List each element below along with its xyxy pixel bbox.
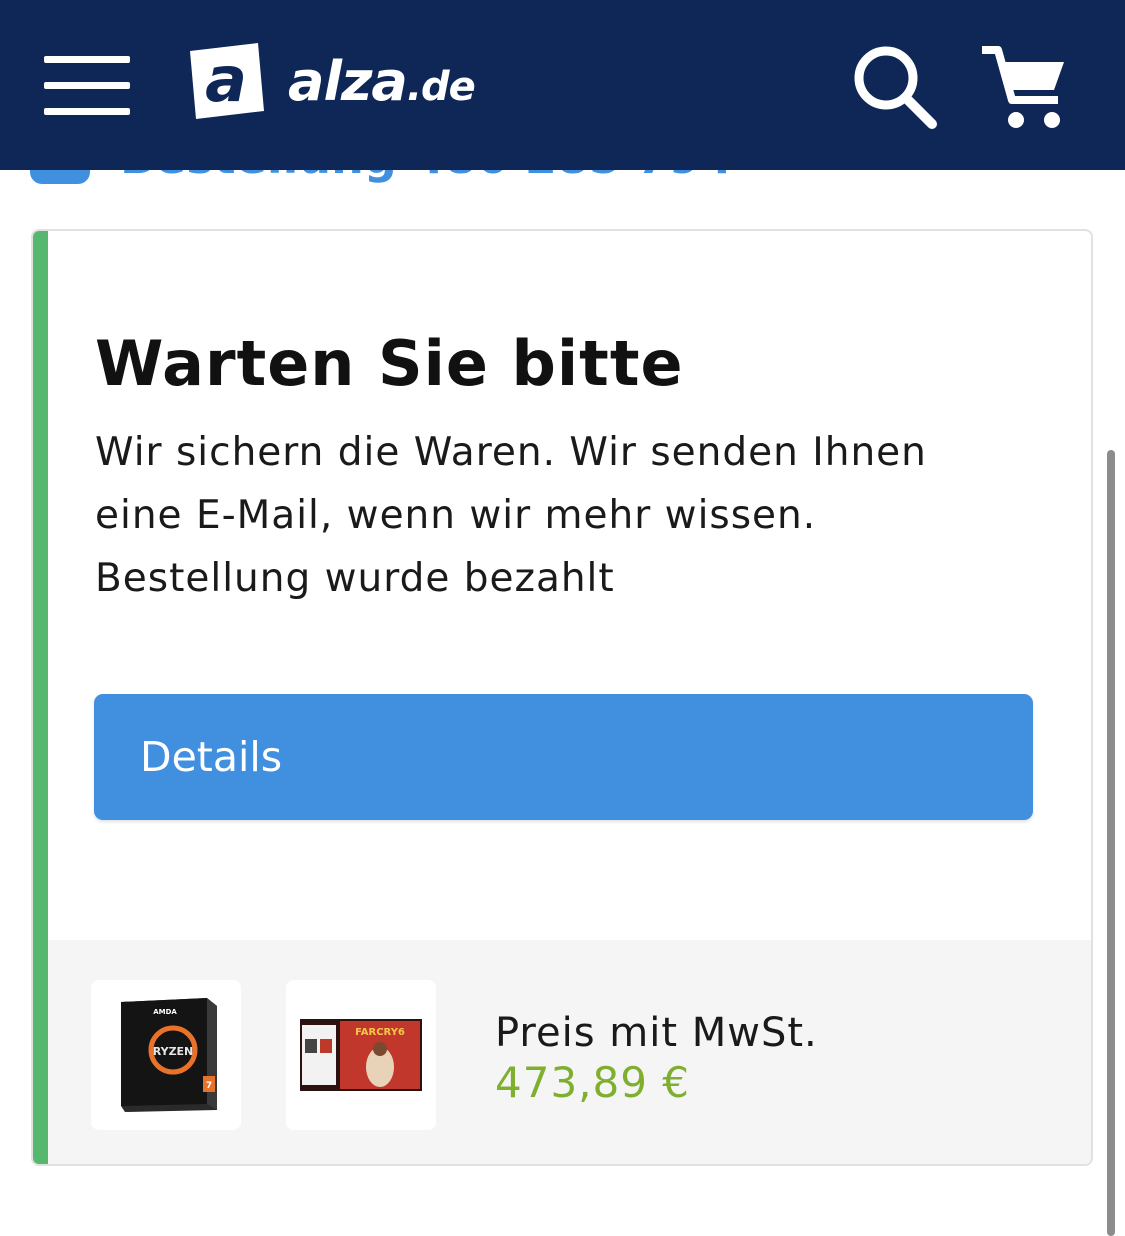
search-icon[interactable] <box>850 42 940 132</box>
status-title: Warten Sie bitte <box>95 327 684 400</box>
farcry-image-text: FARCRY6 <box>355 1027 405 1038</box>
details-button[interactable]: Details <box>94 694 1033 820</box>
alza-logo[interactable]: a alza.de <box>186 38 476 124</box>
price-value: 473,89 € <box>495 1058 691 1107</box>
top-header: a alza.de <box>0 0 1125 170</box>
product-thumbnail-farcry[interactable]: FARCRY6 <box>286 980 436 1130</box>
svg-text:7: 7 <box>206 1081 212 1091</box>
page-scrollbar[interactable] <box>1107 450 1115 1236</box>
status-message: Wir sichern die Waren. Wir senden Ihnen … <box>95 430 927 601</box>
svg-text:RYZEN: RYZEN <box>153 1045 194 1058</box>
product-thumbnail-ryzen[interactable]: RYZEN AMDA 7 <box>91 980 241 1130</box>
alza-logo-icon: a <box>190 43 264 119</box>
svg-text:a: a <box>205 43 247 116</box>
price-label: Preis mit MwSt. <box>495 1010 818 1056</box>
ryzen-box-image: RYZEN AMDA 7 <box>121 998 217 1112</box>
farcry6-image: FARCRY6 <box>300 1019 422 1091</box>
order-status-card: Warten Sie bitte Wir sichern die Waren. … <box>31 229 1093 1166</box>
status-accent-bar <box>33 231 48 1164</box>
cart-icon[interactable] <box>978 40 1070 132</box>
logo-text: alza.de <box>288 49 476 113</box>
svg-text:AMDA: AMDA <box>153 1008 177 1016</box>
order-summary: RYZEN AMDA 7 FARCRY6 Preis mit MwSt. 473… <box>48 940 1091 1164</box>
hamburger-menu-icon[interactable] <box>44 56 130 116</box>
